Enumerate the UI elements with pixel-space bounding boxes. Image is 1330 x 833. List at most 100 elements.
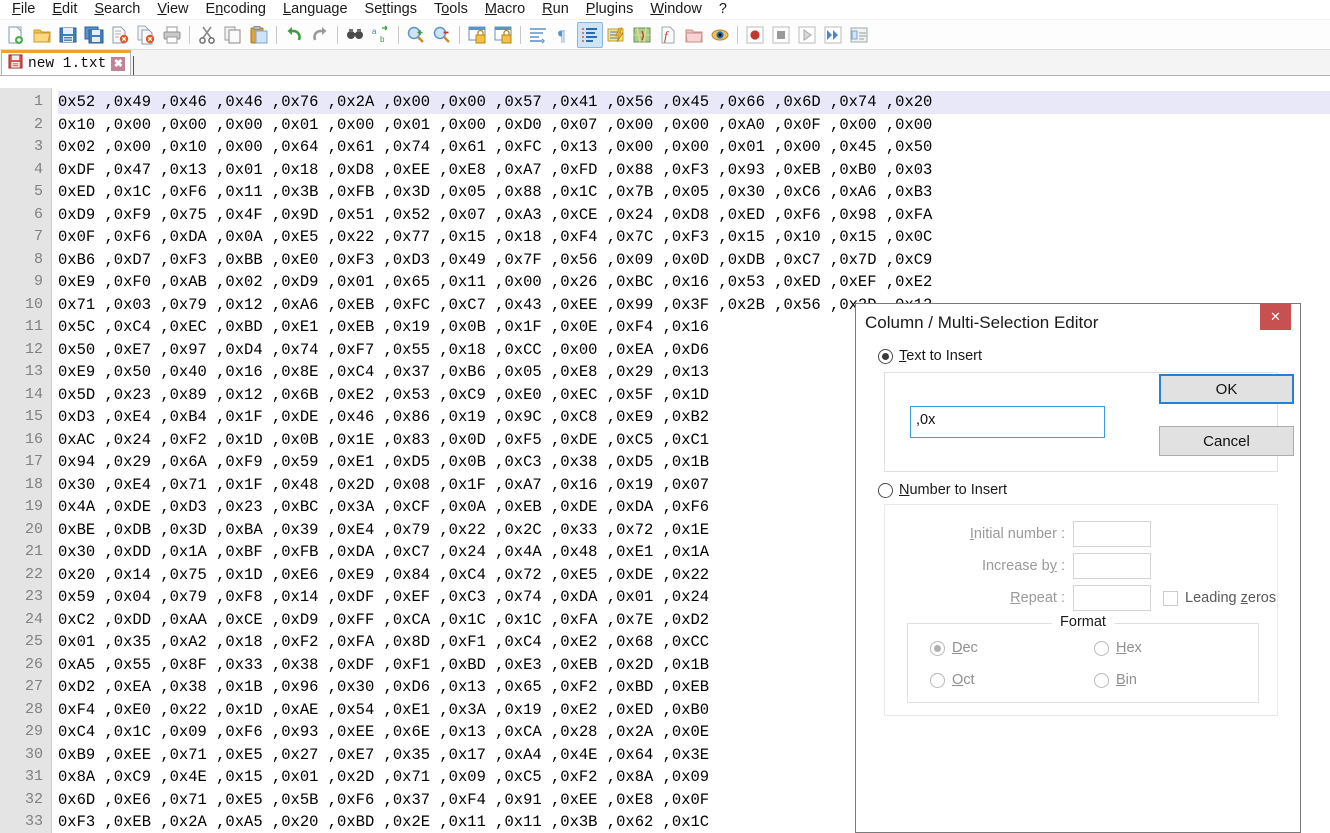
menu-item-edit[interactable]: Edit xyxy=(44,0,86,20)
menu-item-tools[interactable]: Tools xyxy=(426,0,477,20)
line-number: 16 xyxy=(24,430,43,448)
number-to-insert-group: Initial number : Increase by : Repeat : … xyxy=(884,504,1278,716)
menu-item-run[interactable]: Run xyxy=(534,0,578,20)
line-number: 10 xyxy=(24,295,43,313)
show-all-characters-icon[interactable]: ¶ xyxy=(551,22,577,48)
leading-zeros-checkbox[interactable] xyxy=(1163,590,1178,606)
svg-text:¶: ¶ xyxy=(558,28,566,45)
line-number: 1 xyxy=(33,93,43,110)
print-icon[interactable] xyxy=(159,22,185,48)
line-number: 8 xyxy=(33,250,43,268)
redo-icon[interactable] xyxy=(307,22,333,48)
cancel-button[interactable]: Cancel xyxy=(1159,426,1294,456)
save-icon[interactable] xyxy=(55,22,81,48)
menu-bar: File Edit Search View Encoding Language … xyxy=(0,0,1330,20)
format-group: Format Dec Hex Oct Bin xyxy=(907,614,1259,703)
folder-as-workspace-icon[interactable] xyxy=(681,22,707,48)
text-to-insert-radio[interactable] xyxy=(878,348,893,364)
svg-text:a: a xyxy=(372,27,377,36)
line-number: 12 xyxy=(24,340,43,358)
zoom-out-icon[interactable] xyxy=(429,22,455,48)
close-icon[interactable]: ✕ xyxy=(1260,304,1291,330)
hex-label: Hex xyxy=(1116,640,1142,656)
repeat-field[interactable] xyxy=(1073,585,1151,611)
line-number: 28 xyxy=(24,700,43,718)
user-defined-language-icon[interactable] xyxy=(603,22,629,48)
line-number: 33 xyxy=(24,813,43,830)
menu-item-file[interactable]: File xyxy=(4,0,44,20)
run-macro-multiple-icon[interactable] xyxy=(820,22,846,48)
menu-item-view[interactable]: View xyxy=(149,0,197,20)
tab-close-icon[interactable]: ✖ xyxy=(111,57,126,71)
number-to-insert-radio-row[interactable]: Number to Insert xyxy=(856,472,1300,498)
format-option-hex[interactable]: Hex xyxy=(1094,640,1258,656)
leading-zeros-row[interactable]: Leading zeros xyxy=(1163,590,1276,606)
format-option-bin[interactable]: Bin xyxy=(1094,672,1258,688)
line-number: 22 xyxy=(24,565,43,583)
toolbar-separator xyxy=(737,25,738,44)
document-map-icon[interactable] xyxy=(629,22,655,48)
format-legend: Format xyxy=(1052,614,1114,630)
monitoring-icon[interactable] xyxy=(707,22,733,48)
menu-item-search[interactable]: Search xyxy=(86,0,149,20)
code-line[interactable]: 0xED ,0x1C ,0xF6 ,0x11 ,0x3B ,0xFB ,0x3D… xyxy=(58,181,1330,204)
oct-radio[interactable] xyxy=(930,672,945,688)
code-line[interactable]: 0xE9 ,0xF0 ,0xAB ,0x02 ,0xD9 ,0x01 ,0x65… xyxy=(58,271,1330,294)
increase-by-field[interactable] xyxy=(1073,553,1151,579)
line-number: 21 xyxy=(24,543,43,560)
close-all-files-icon[interactable] xyxy=(133,22,159,48)
bin-radio[interactable] xyxy=(1094,672,1109,688)
close-file-icon[interactable] xyxy=(107,22,133,48)
hex-radio[interactable] xyxy=(1094,640,1109,656)
sync-vertical-scroll-icon[interactable] xyxy=(464,22,490,48)
format-option-oct[interactable]: Oct xyxy=(930,672,1094,688)
cut-icon[interactable] xyxy=(194,22,220,48)
toolbar-separator xyxy=(398,25,399,44)
copy-icon[interactable] xyxy=(220,22,246,48)
text-to-insert-radio-row[interactable]: Text to Insert xyxy=(856,344,1300,364)
code-line[interactable]: 0x10 ,0x00 ,0x00 ,0x00 ,0x01 ,0x00 ,0x01… xyxy=(58,114,1330,137)
sync-horizontal-scroll-icon[interactable] xyxy=(490,22,516,48)
menu-item-settings[interactable]: Settings xyxy=(357,0,426,20)
word-wrap-icon[interactable] xyxy=(525,22,551,48)
record-macro-icon[interactable] xyxy=(742,22,768,48)
dec-radio[interactable] xyxy=(930,640,945,656)
code-line[interactable]: 0xB6 ,0xD7 ,0xF3 ,0xBB ,0xE0 ,0xF3 ,0xD3… xyxy=(58,249,1330,272)
new-file-icon[interactable] xyxy=(3,22,29,48)
open-file-icon[interactable] xyxy=(29,22,55,48)
zoom-in-icon[interactable] xyxy=(403,22,429,48)
format-option-dec[interactable]: Dec xyxy=(930,640,1094,656)
tab-new-1-txt[interactable]: new 1.txt ✖ xyxy=(1,50,135,75)
menu-item-help[interactable]: ? xyxy=(711,0,736,20)
number-to-insert-radio[interactable] xyxy=(878,482,893,498)
stop-recording-icon[interactable] xyxy=(768,22,794,48)
line-number: 9 xyxy=(33,273,43,290)
menu-item-encoding[interactable]: Encoding xyxy=(198,0,275,20)
save-macro-icon[interactable] xyxy=(846,22,872,48)
find-icon[interactable] xyxy=(342,22,368,48)
line-number: 11 xyxy=(24,318,43,335)
code-line[interactable]: 0xDF ,0x47 ,0x13 ,0x01 ,0x18 ,0xD8 ,0xEE… xyxy=(58,159,1330,182)
text-to-insert-input[interactable]: ,0x xyxy=(910,406,1105,438)
code-line[interactable]: 0x52 ,0x49 ,0x46 ,0x46 ,0x76 ,0x2A ,0x00… xyxy=(58,91,1330,114)
code-line[interactable]: 0xD9 ,0xF9 ,0x75 ,0x4F ,0x9D ,0x51 ,0x52… xyxy=(58,204,1330,227)
indent-guide-icon[interactable] xyxy=(577,21,603,48)
replace-icon[interactable]: ab xyxy=(368,22,394,48)
code-line[interactable]: 0x0F ,0xF6 ,0xDA ,0x0A ,0xE5 ,0x22 ,0x77… xyxy=(58,226,1330,249)
ok-button[interactable]: OK xyxy=(1159,374,1294,404)
menu-item-macro[interactable]: Macro xyxy=(477,0,534,20)
initial-number-field[interactable] xyxy=(1073,521,1151,547)
code-line[interactable]: 0x02 ,0x00 ,0x10 ,0x00 ,0x64 ,0x61 ,0x74… xyxy=(58,136,1330,159)
undo-icon[interactable] xyxy=(281,22,307,48)
function-list-icon[interactable]: f xyxy=(655,22,681,48)
line-number: 19 xyxy=(24,498,43,515)
play-macro-icon[interactable] xyxy=(794,22,820,48)
menu-item-language[interactable]: Language xyxy=(275,0,357,20)
toolbar-separator xyxy=(189,25,190,44)
paste-icon[interactable] xyxy=(246,22,272,48)
repeat-row: Repeat : Leading zeros xyxy=(885,585,1277,611)
menu-item-plugins[interactable]: Plugins xyxy=(578,0,643,20)
menu-item-window[interactable]: Window xyxy=(642,0,711,20)
line-number: 27 xyxy=(24,678,43,695)
save-all-icon[interactable] xyxy=(81,22,107,48)
